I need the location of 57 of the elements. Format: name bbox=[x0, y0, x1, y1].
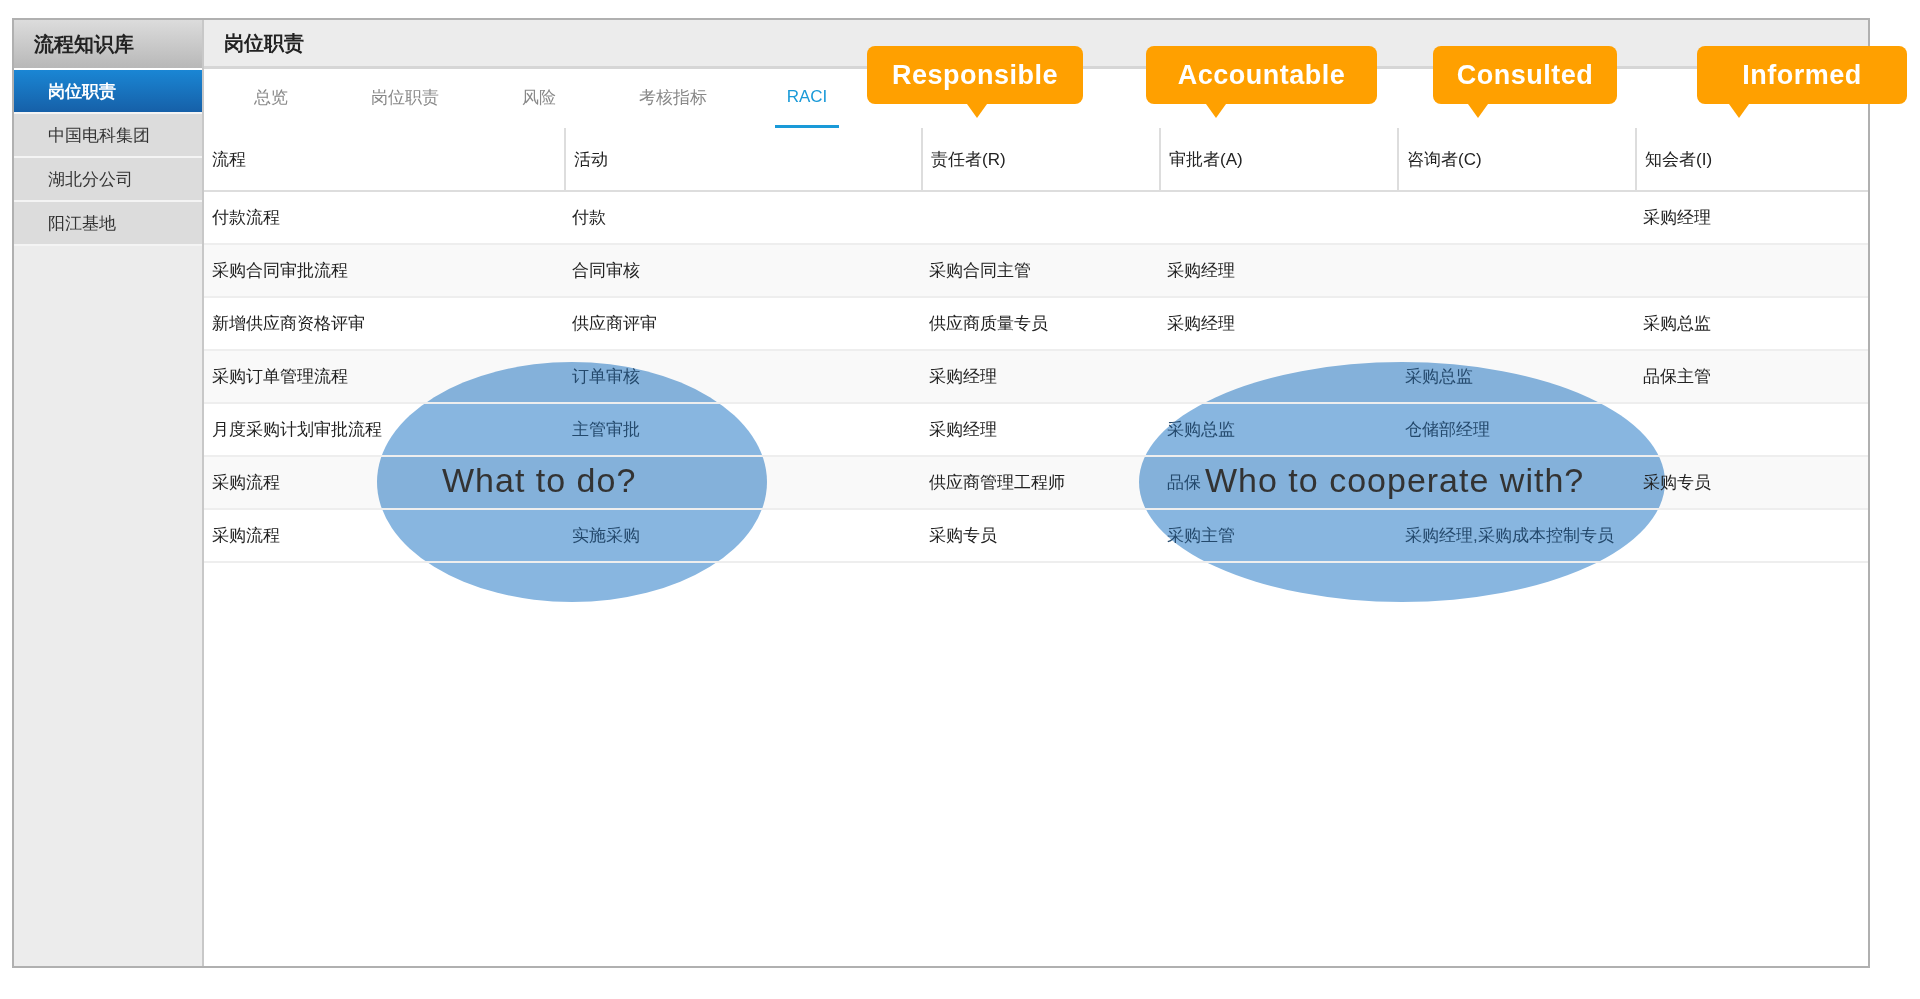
sidebar-item[interactable]: 岗位职责 bbox=[14, 70, 202, 114]
table-cell-text: 品保 bbox=[1167, 472, 1201, 494]
sidebar-title: 流程知识库 bbox=[14, 20, 202, 70]
table-cell-text: 采购合同主管 bbox=[929, 260, 1031, 282]
table-cell-text: 采购总监 bbox=[1405, 366, 1473, 388]
pointer-icon bbox=[1729, 104, 1749, 118]
table-cell-text: 采购专员 bbox=[1643, 472, 1711, 494]
pointer-icon bbox=[1468, 104, 1488, 118]
column-header: 流程 bbox=[211, 148, 247, 171]
column-header: 活动 bbox=[564, 128, 921, 190]
table-cell-text: 主管审批 bbox=[572, 419, 640, 441]
sidebar-item[interactable]: 中国电科集团 bbox=[14, 114, 202, 158]
pointer-icon bbox=[967, 104, 987, 118]
callout-label: Responsible bbox=[867, 46, 1083, 118]
table-cell-text: 采购总监 bbox=[1167, 419, 1235, 441]
column-header: 审批者(A) bbox=[1159, 128, 1397, 190]
table-cell-text: 新增供应商资格评审 bbox=[212, 313, 365, 335]
table-cell-text: 采购经理 bbox=[1167, 260, 1235, 282]
callout-label: Accountable bbox=[1146, 46, 1377, 118]
table-cell-text: 供应商管理工程师 bbox=[929, 472, 1065, 494]
pointer-icon bbox=[1206, 104, 1226, 118]
table-cell-text: 采购经理,采购成本控制专员 bbox=[1405, 525, 1614, 547]
table-cell-text: 订单审核 bbox=[572, 366, 640, 388]
table-cell-text: 采购经理 bbox=[929, 419, 997, 441]
table-cell-text: 采购主管 bbox=[1167, 525, 1235, 547]
table-cell-text: 供应商质量专员 bbox=[929, 313, 1048, 335]
table-cell-text: 合同审核 bbox=[572, 260, 640, 282]
overlay-caption: Who to cooperate with? bbox=[1205, 460, 1585, 500]
table-cell-text: 仓储部经理 bbox=[1405, 419, 1490, 441]
sidebar-item[interactable]: 阳江基地 bbox=[14, 202, 202, 246]
table-cell-text: 付款流程 bbox=[212, 207, 280, 229]
sidebar-item[interactable]: 湖北分公司 bbox=[14, 158, 202, 202]
overlay-caption: What to do? bbox=[442, 460, 637, 500]
tab[interactable]: 总览 bbox=[242, 69, 300, 128]
table-cell-text: 月度采购计划审批流程 bbox=[212, 419, 382, 441]
table-cell-text: 采购流程 bbox=[212, 525, 280, 547]
table-cell-text: 供应商评审 bbox=[572, 313, 657, 335]
table-cell-text: 采购合同审批流程 bbox=[212, 260, 348, 282]
table-cell-text: 实施采购 bbox=[572, 525, 640, 547]
column-header: 咨询者(C) bbox=[1397, 128, 1635, 190]
table-cell-text: 采购流程 bbox=[212, 472, 280, 494]
tab[interactable]: RACI bbox=[774, 69, 840, 128]
table-cell-text: 采购经理 bbox=[1643, 207, 1711, 229]
table-cell-text: 采购总监 bbox=[1643, 313, 1711, 335]
callout-label: Consulted bbox=[1433, 46, 1617, 118]
table-cell-text: 采购订单管理流程 bbox=[212, 366, 348, 388]
column-header: 责任者(R) bbox=[921, 128, 1159, 190]
table-cell-text: 品保主管 bbox=[1643, 366, 1711, 388]
table-cell-text: 采购专员 bbox=[929, 525, 997, 547]
tab[interactable]: 风险 bbox=[510, 69, 568, 128]
table-cell-text: 采购经理 bbox=[1167, 313, 1235, 335]
tab[interactable]: 岗位职责 bbox=[359, 69, 451, 128]
table-cell-text: 采购经理 bbox=[929, 366, 997, 388]
table-cell-text: 付款 bbox=[572, 207, 606, 229]
column-header: 知会者(I) bbox=[1635, 128, 1868, 190]
callout-label: Informed bbox=[1697, 46, 1907, 118]
tab[interactable]: 考核指标 bbox=[627, 69, 719, 128]
